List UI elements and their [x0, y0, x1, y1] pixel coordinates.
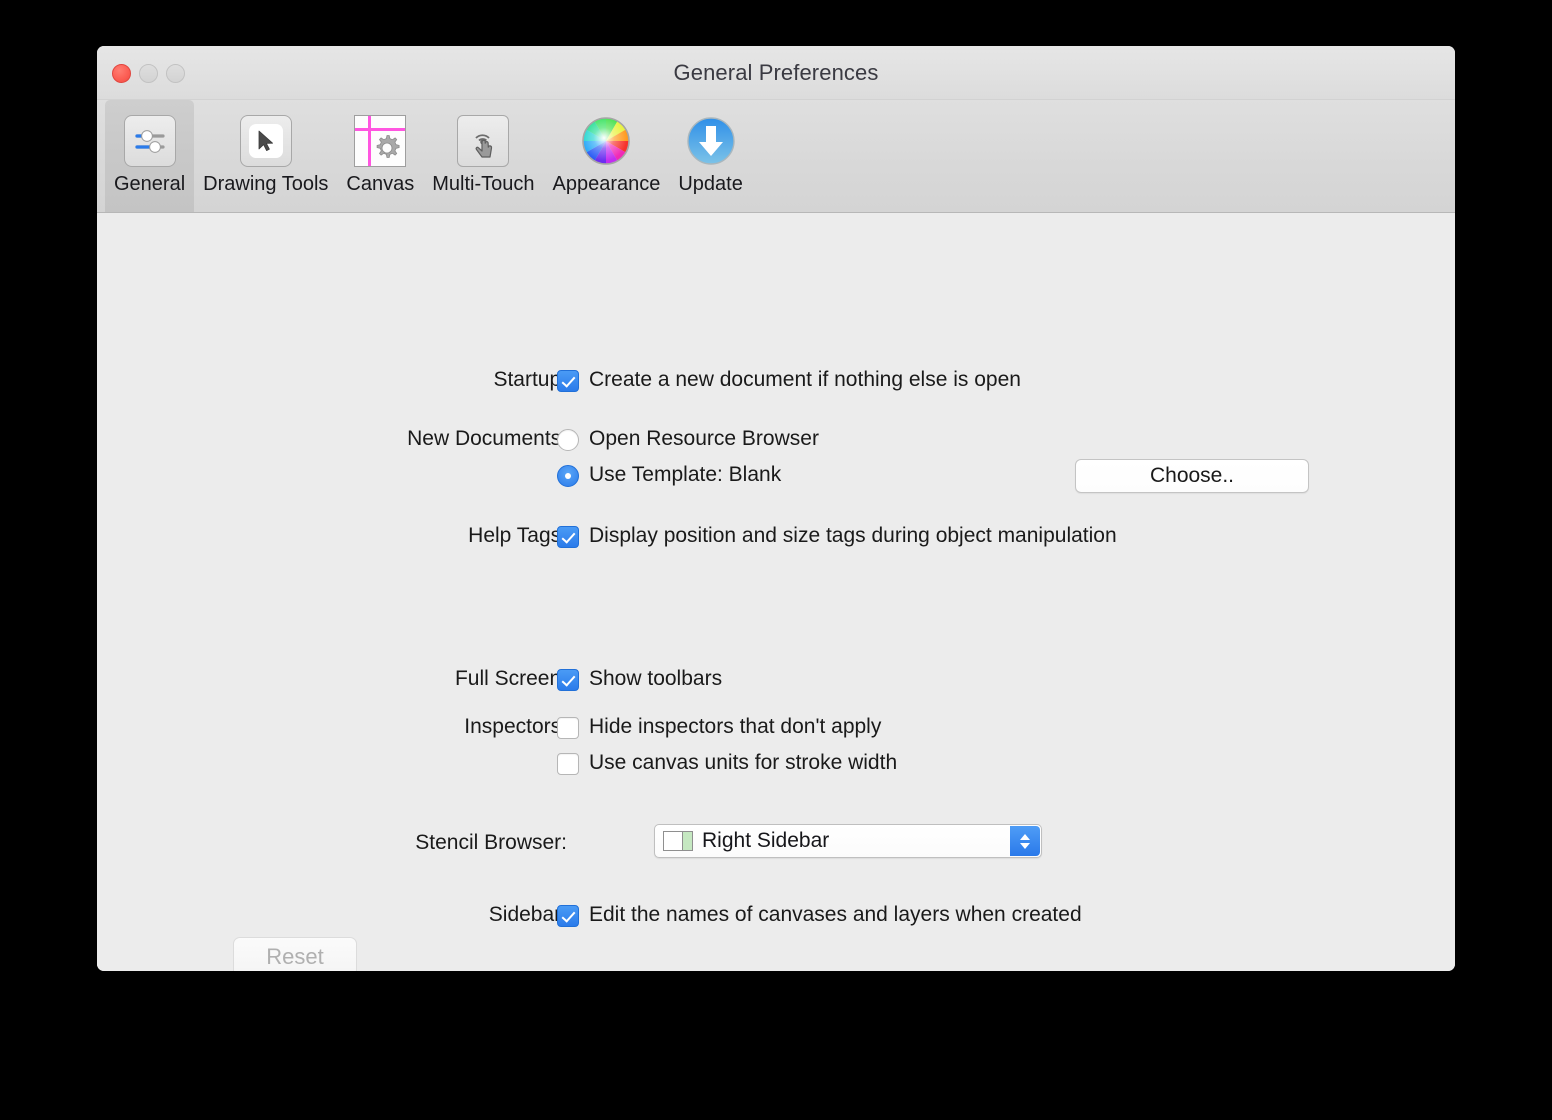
popup-stepper-arrows[interactable]: [1010, 826, 1040, 856]
show-toolbars-label: Show toolbars: [589, 667, 723, 690]
color-wheel-icon: [577, 112, 635, 170]
choose-button[interactable]: Choose..: [1075, 459, 1309, 493]
full-screen-label-wrap: Full Screen:: [97, 667, 567, 691]
hide-inspectors-checkbox[interactable]: [557, 717, 579, 739]
sliders-icon: [121, 112, 179, 170]
use-template-radio[interactable]: [557, 465, 579, 487]
reset-button[interactable]: Reset: [233, 937, 357, 971]
sidebar-label-wrap: Sidebar:: [97, 903, 567, 927]
preferences-content: Startup: Create a new document if nothin…: [97, 213, 1455, 971]
chevron-down-icon: [1020, 842, 1030, 849]
tab-canvas[interactable]: Canvas: [337, 100, 423, 212]
hide-inspectors-row[interactable]: Hide inspectors that don't apply: [557, 715, 881, 739]
tab-multi-touch[interactable]: Multi-Touch: [423, 100, 543, 212]
tab-general[interactable]: General: [105, 100, 195, 212]
help-tags-checkbox-label: Display position and size tags during ob…: [589, 524, 1117, 547]
open-resource-browser-row[interactable]: Open Resource Browser: [557, 427, 819, 451]
use-template-label: Use Template: Blank: [589, 463, 782, 486]
canvas-units-row[interactable]: Use canvas units for stroke width: [557, 751, 897, 775]
canvas-gear-icon: [351, 112, 409, 170]
download-arrow-icon: [682, 112, 740, 170]
full-screen-checkbox-row[interactable]: Show toolbars: [557, 667, 722, 691]
hide-inspectors-label: Hide inspectors that don't apply: [589, 715, 882, 738]
touch-hand-icon: [454, 112, 512, 170]
preferences-window: General Preferences General Drawing Tool…: [97, 46, 1455, 971]
use-template-row[interactable]: Use Template: Blank: [557, 463, 781, 487]
tab-drawing-tools[interactable]: Drawing Tools: [194, 100, 337, 212]
tab-multi-touch-label: Multi-Touch: [432, 173, 535, 195]
sidebar-label: Sidebar:: [488, 903, 567, 926]
open-resource-browser-label: Open Resource Browser: [589, 427, 819, 450]
startup-checkbox-row[interactable]: Create a new document if nothing else is…: [557, 368, 1021, 392]
stencil-browser-popup[interactable]: Right Sidebar: [654, 824, 1042, 858]
tab-appearance[interactable]: Appearance: [543, 100, 669, 212]
tab-update[interactable]: Update: [669, 100, 752, 212]
edit-names-checkbox[interactable]: [557, 905, 579, 927]
new-documents-label: New Documents:: [407, 427, 567, 450]
help-tags-label-wrap: Help Tags:: [97, 524, 567, 548]
window-titlebar: General Preferences: [97, 46, 1455, 100]
canvas-units-checkbox[interactable]: [557, 753, 579, 775]
canvas-units-label: Use canvas units for stroke width: [589, 751, 898, 774]
startup-label: Startup:: [493, 368, 567, 391]
window-title: General Preferences: [673, 60, 879, 85]
full-screen-label: Full Screen:: [454, 667, 567, 690]
help-tags-checkbox-row[interactable]: Display position and size tags during ob…: [557, 524, 1117, 548]
tab-drawing-tools-label: Drawing Tools: [203, 173, 329, 195]
new-documents-label-wrap: New Documents:: [97, 427, 567, 451]
help-tags-label: Help Tags:: [468, 524, 567, 547]
tab-canvas-label: Canvas: [346, 173, 415, 195]
startup-checkbox[interactable]: [557, 370, 579, 392]
stencil-browser-label-wrap: Stencil Browser:: [97, 831, 567, 855]
chevron-up-icon: [1020, 833, 1030, 840]
show-toolbars-checkbox[interactable]: [557, 669, 579, 691]
open-resource-browser-radio[interactable]: [557, 429, 579, 451]
tab-appearance-label: Appearance: [552, 173, 661, 195]
stencil-browser-value: Right Sidebar: [702, 829, 830, 852]
help-tags-checkbox[interactable]: [557, 526, 579, 548]
tab-general-label: General: [114, 173, 186, 195]
inspectors-label: Inspectors:: [464, 715, 567, 738]
stencil-browser-label: Stencil Browser:: [415, 831, 567, 854]
sidebar-checkbox-row[interactable]: Edit the names of canvases and layers wh…: [557, 903, 1082, 927]
cursor-arrow-icon: [237, 112, 295, 170]
preferences-toolbar: General Drawing Tools Canvas Multi-Touch…: [97, 100, 1455, 213]
startup-label-wrap: Startup:: [97, 368, 567, 392]
inspectors-label-wrap: Inspectors:: [97, 715, 567, 739]
edit-names-label: Edit the names of canvases and layers wh…: [589, 903, 1082, 926]
startup-checkbox-label: Create a new document if nothing else is…: [589, 368, 1021, 391]
right-sidebar-icon: [663, 831, 693, 851]
tab-update-label: Update: [678, 173, 743, 195]
